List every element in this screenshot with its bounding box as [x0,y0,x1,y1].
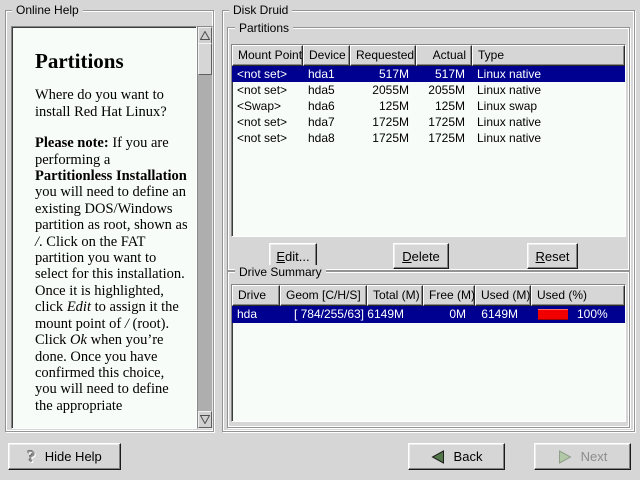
cell-drive: hda [232,306,280,323]
cell-device: hda1 [303,66,350,82]
scrollbar-thumb[interactable] [198,43,212,75]
cell-mount-point: <Swap> [232,98,303,114]
cell-requested: 2055M [350,82,416,98]
partitions-table-header: Mount Point Device Requested Actual Type [232,45,625,66]
help-paragraph-2: Please note: If you are performing a Par… [35,135,188,414]
partition-row[interactable]: <not set>hda1517M517MLinux native [232,66,625,82]
cell-used-pct: 100% [531,306,625,323]
help-viewer: Partitions Where do you want to install … [11,26,197,429]
column-header-device[interactable]: Device [303,45,350,66]
cell-geom: [ 784/255/63] [280,306,367,323]
up-arrow-icon [200,31,210,40]
drive-summary-table-body: hda[ 784/255/63]6149M0M6149M100% [232,306,625,421]
cell-used-m: 6149M [475,306,531,323]
cell-mount-point: <not set> [232,66,303,82]
cell-actual: 2055M [416,82,472,98]
usage-bar [538,309,568,320]
partitions-table-body: <not set>hda1517M517MLinux native<not se… [232,66,625,236]
cell-requested: 125M [350,98,416,114]
hide-help-button[interactable]: ? Hide Help [8,443,121,470]
cell-actual: 125M [416,98,472,114]
partitions-frame-label: Partitions [235,21,293,35]
column-header-used-m[interactable]: Used (M) [475,285,531,306]
column-header-type[interactable]: Type [472,45,625,66]
cell-free: 0M [423,306,475,323]
cell-type: Linux native [472,82,625,98]
down-arrow-icon [200,415,210,424]
partition-row[interactable]: <Swap>hda6125M125MLinux swap [232,98,625,114]
drive-summary-row[interactable]: hda[ 784/255/63]6149M0M6149M100% [232,306,625,323]
column-header-actual[interactable]: Actual [416,45,472,66]
cell-mount-point: <not set> [232,82,303,98]
cell-type: Linux swap [472,98,625,114]
help-title: Partitions [35,53,188,69]
next-arrow-icon [558,450,572,464]
column-header-total[interactable]: Total (M) [367,285,423,306]
column-header-free[interactable]: Free (M) [423,285,475,306]
disk-druid-frame-label: Disk Druid [229,3,292,17]
cell-actual: 1725M [416,130,472,146]
cell-total: 6149M [367,306,423,323]
drive-summary-table-header: Drive Geom [C/H/S] Total (M) Free (M) Us… [232,285,625,306]
cell-device: hda6 [303,98,350,114]
online-help-frame-label: Online Help [12,3,83,17]
cell-device: hda8 [303,130,350,146]
scroll-down-button[interactable] [198,411,212,428]
usage-percent-label: 100% [577,306,608,323]
cell-type: Linux native [472,130,625,146]
help-paragraph-1: Where do you want to install Red Hat Lin… [35,87,188,120]
cell-actual: 517M [416,66,472,82]
cell-type: Linux native [472,66,625,82]
partition-row[interactable]: <not set>hda52055M2055MLinux native [232,82,625,98]
column-header-requested[interactable]: Requested [350,45,416,66]
cell-requested: 1725M [350,114,416,130]
installer-window: Online Help Partitions Where do you want… [0,0,640,480]
reset-button[interactable]: Reset [527,243,578,269]
back-arrow-icon [431,450,445,464]
cell-device: hda7 [303,114,350,130]
cell-requested: 1725M [350,130,416,146]
cell-mount-point: <not set> [232,114,303,130]
drive-summary-frame-label: Drive Summary [235,265,326,279]
back-button[interactable]: Back [408,443,505,470]
column-header-drive[interactable]: Drive [232,285,280,306]
column-header-geom[interactable]: Geom [C/H/S] [280,285,367,306]
cell-mount-point: <not set> [232,130,303,146]
cell-requested: 517M [350,66,416,82]
question-mark-icon: ? [27,448,36,465]
next-button[interactable]: Next [534,443,631,470]
column-header-used-pct[interactable]: Used (%) [531,285,625,306]
partition-row[interactable]: <not set>hda81725M1725MLinux native [232,130,625,146]
partition-row[interactable]: <not set>hda71725M1725MLinux native [232,114,625,130]
cell-device: hda5 [303,82,350,98]
delete-button[interactable]: Delete [393,243,449,269]
help-scrollbar[interactable] [197,26,213,429]
column-header-mount-point[interactable]: Mount Point [232,45,303,66]
scroll-up-button[interactable] [198,27,212,44]
cell-actual: 1725M [416,114,472,130]
help-content: Partitions Where do you want to install … [12,27,196,414]
partitions-table: Mount Point Device Requested Actual Type… [231,44,626,237]
drive-summary-table: Drive Geom [C/H/S] Total (M) Free (M) Us… [231,284,626,422]
cell-type: Linux native [472,114,625,130]
